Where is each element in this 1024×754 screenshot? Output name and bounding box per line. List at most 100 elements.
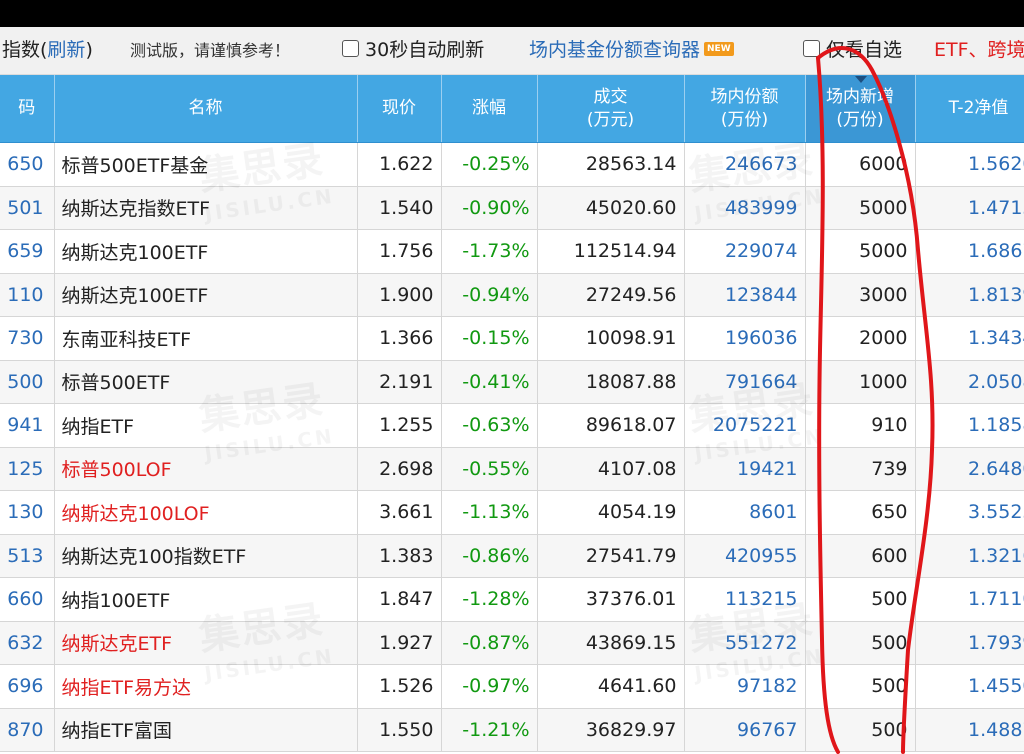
table-row[interactable]: 941 纳指ETF 1.255 -0.63% 89618.07 2075221 910 1.1… [0, 403, 1024, 448]
fund-shares[interactable]: 19421 [684, 447, 806, 491]
fund-name[interactable]: 纳斯达克指数ETF [54, 186, 358, 230]
etf-category-link[interactable]: ETF、跨境 [934, 27, 1024, 74]
fund-nav[interactable]: 2.6480 [915, 447, 1024, 491]
fund-code[interactable]: 130 [0, 490, 55, 535]
fund-name[interactable]: 纳指ETF易方达 [54, 664, 358, 709]
fund-code[interactable]: 110 [0, 273, 55, 317]
header-code[interactable]: 码 [0, 75, 55, 143]
fund-new-shares: 5000 [805, 229, 916, 274]
fund-nav[interactable]: 2.0508 [915, 360, 1024, 404]
table-row[interactable]: 730 东南亚科技ETF 1.366 -0.15% 10098.91 196036 2000… [0, 316, 1024, 361]
fund-code[interactable]: 125 [0, 447, 55, 491]
fund-price: 1.255 [357, 403, 442, 448]
fund-shares[interactable]: 551272 [684, 621, 806, 665]
fund-code[interactable]: 501 [0, 186, 55, 230]
fund-name[interactable]: 纳斯达克100指数ETF [54, 534, 358, 578]
header-volume[interactable]: 成交 (万元) [537, 75, 685, 143]
fund-volume: 27249.56 [537, 273, 685, 317]
fund-name[interactable]: 标普500ETF基金 [54, 142, 358, 187]
table-row[interactable]: 632 纳斯达克ETF 1.927 -0.87% 43869.15 551272 500 1.… [0, 621, 1024, 665]
fund-code[interactable]: 660 [0, 577, 55, 622]
table-row[interactable]: 696 纳指ETF易方达 1.526 -0.97% 4641.60 97182 500 1.4… [0, 664, 1024, 709]
fund-name[interactable]: 纳斯达克100LOF [54, 490, 358, 535]
fund-shares[interactable]: 96767 [684, 708, 806, 752]
header-name[interactable]: 名称 [54, 75, 358, 143]
fund-nav[interactable]: 1.4887 [915, 708, 1024, 752]
table-row[interactable]: 130 纳斯达克100LOF 3.661 -1.13% 4054.19 8601 650 3.… [0, 490, 1024, 535]
fund-code[interactable]: 650 [0, 142, 55, 187]
fund-code[interactable]: 870 [0, 708, 55, 752]
fund-change: -0.63% [441, 403, 538, 448]
fund-code[interactable]: 513 [0, 534, 55, 578]
share-query-link[interactable]: 场内基金份额查询器 NEW [529, 27, 734, 74]
fund-nav[interactable]: 1.7939 [915, 621, 1024, 665]
fund-nav[interactable]: 1.3216 [915, 534, 1024, 578]
fund-volume: 4107.08 [537, 447, 685, 491]
fund-name[interactable]: 纳斯达克100ETF [54, 229, 358, 274]
fund-code[interactable]: 941 [0, 403, 55, 448]
table-row[interactable]: 650 标普500ETF基金 1.622 -0.25% 28563.14 246673 60… [0, 142, 1024, 187]
fund-change: -1.13% [441, 490, 538, 535]
fund-nav[interactable]: 1.8139 [915, 273, 1024, 317]
fund-name[interactable]: 纳指ETF [54, 403, 358, 448]
table-row[interactable]: 659 纳斯达克100ETF 1.756 -1.73% 112514.94 229074 5… [0, 229, 1024, 274]
page-title: 指数(刷新) [2, 39, 93, 61]
fund-name[interactable]: 标普500ETF [54, 360, 358, 404]
fund-shares[interactable]: 97182 [684, 664, 806, 709]
fund-code[interactable]: 730 [0, 316, 55, 361]
fund-shares[interactable]: 2075221 [684, 403, 806, 448]
top-black-bar [0, 0, 1024, 27]
fund-name[interactable]: 纳指100ETF [54, 577, 358, 622]
fund-nav[interactable]: 1.1858 [915, 403, 1024, 448]
fund-shares[interactable]: 483999 [684, 186, 806, 230]
fund-nav[interactable]: 1.7110 [915, 577, 1024, 622]
table-row[interactable]: 660 纳指100ETF 1.847 -1.28% 37376.01 113215 500 1… [0, 577, 1024, 622]
fund-nav[interactable]: 1.3434 [915, 316, 1024, 361]
fund-price: 1.383 [357, 534, 442, 578]
refresh-link[interactable]: 刷新 [47, 39, 85, 61]
fund-shares[interactable]: 420955 [684, 534, 806, 578]
toolbar: 指数(刷新) 测试版，请谨慎参考！ 30秒自动刷新 场内基金份额查询器 NEW 仅… [0, 27, 1024, 75]
fund-volume: 4054.19 [537, 490, 685, 535]
table-row[interactable]: 500 标普500ETF 2.191 -0.41% 18087.88 791664 1000… [0, 360, 1024, 404]
table-row[interactable]: 870 纳指ETF富国 1.550 -1.21% 36829.97 96767 500 1.4… [0, 708, 1024, 752]
fund-code[interactable]: 659 [0, 229, 55, 274]
header-price[interactable]: 现价 [357, 75, 442, 143]
fund-change: -0.86% [441, 534, 538, 578]
fund-nav[interactable]: 1.4550 [915, 664, 1024, 709]
fund-code[interactable]: 632 [0, 621, 55, 665]
auto-refresh-checkbox[interactable] [342, 40, 359, 57]
fund-code[interactable]: 500 [0, 360, 55, 404]
header-new-shares[interactable]: 场内新增 (万份) [805, 75, 916, 143]
fund-name[interactable]: 纳斯达克100ETF [54, 273, 358, 317]
fund-shares[interactable]: 123844 [684, 273, 806, 317]
table-row[interactable]: 513 纳斯达克100指数ETF 1.383 -0.86% 27541.79 420955… [0, 534, 1024, 578]
table-row[interactable]: 110 纳斯达克100ETF 1.900 -0.94% 27249.56 123844 30… [0, 273, 1024, 317]
only-watchlist-checkbox[interactable] [803, 40, 820, 57]
fund-shares[interactable]: 8601 [684, 490, 806, 535]
fund-name[interactable]: 纳斯达克ETF [54, 621, 358, 665]
table-row[interactable]: 501 纳斯达克指数ETF 1.540 -0.90% 45020.60 483999 500… [0, 186, 1024, 230]
fund-new-shares: 500 [805, 577, 916, 622]
table-row[interactable]: 125 标普500LOF 2.698 -0.55% 4107.08 19421 739 2.6… [0, 447, 1024, 491]
only-watchlist-toggle[interactable]: 仅看自选 [803, 27, 902, 74]
fund-name[interactable]: 标普500LOF [54, 447, 358, 491]
fund-name[interactable]: 纳指ETF富国 [54, 708, 358, 752]
fund-nav[interactable]: 1.5620 [915, 142, 1024, 187]
fund-volume: 4641.60 [537, 664, 685, 709]
fund-shares[interactable]: 229074 [684, 229, 806, 274]
fund-nav[interactable]: 1.6867 [915, 229, 1024, 274]
fund-code[interactable]: 696 [0, 664, 55, 709]
fund-nav[interactable]: 3.5525 [915, 490, 1024, 535]
fund-name[interactable]: 东南亚科技ETF [54, 316, 358, 361]
fund-shares[interactable]: 246673 [684, 142, 806, 187]
header-nav[interactable]: T-2净值 [915, 75, 1024, 143]
fund-price: 1.540 [357, 186, 442, 230]
fund-shares[interactable]: 113215 [684, 577, 806, 622]
fund-shares[interactable]: 196036 [684, 316, 806, 361]
fund-shares[interactable]: 791664 [684, 360, 806, 404]
auto-refresh-toggle[interactable]: 30秒自动刷新 [342, 27, 484, 74]
header-shares[interactable]: 场内份额 (万份) [684, 75, 806, 143]
fund-nav[interactable]: 1.4713 [915, 186, 1024, 230]
header-change[interactable]: 涨幅 [441, 75, 538, 143]
